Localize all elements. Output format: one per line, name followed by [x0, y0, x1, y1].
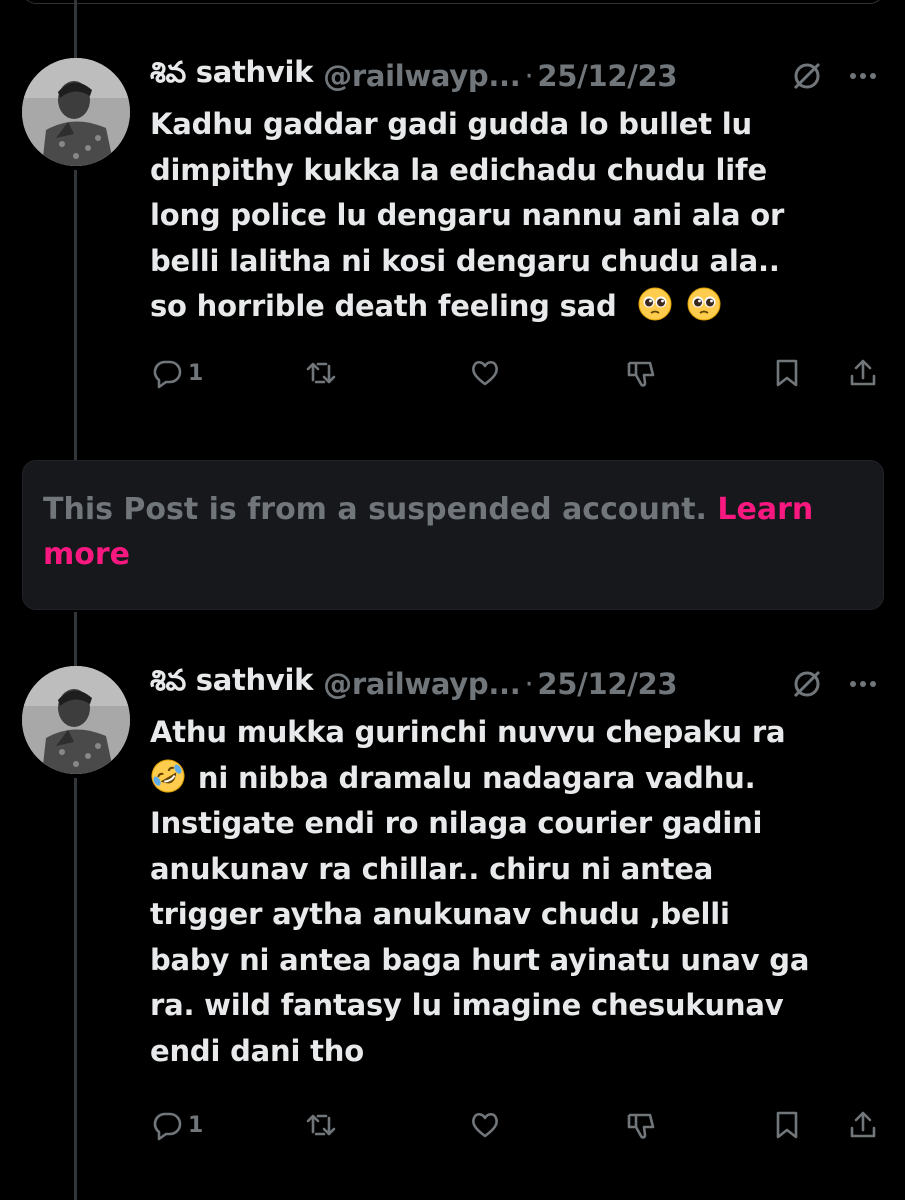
text-line: Kadhu gaddar gadi gudda lo bullet lu — [150, 107, 752, 141]
separator: · — [524, 59, 534, 93]
tweet-text: Kadhu gaddar gadi gudda lo bullet lu dim… — [150, 102, 870, 330]
avatar[interactable] — [22, 666, 130, 774]
grok-icon[interactable] — [791, 60, 823, 92]
reply-button[interactable]: 1 — [150, 1108, 203, 1142]
bookmark-icon — [776, 359, 798, 387]
bookmark-button[interactable] — [770, 1108, 804, 1142]
pleading-face-emoji — [687, 287, 721, 321]
timestamp[interactable]: 25/12/23 — [537, 59, 677, 93]
downvote-icon — [627, 361, 655, 387]
reply-icon — [153, 360, 182, 389]
handle[interactable]: @railwayp... — [323, 667, 521, 701]
tweet-header: శివ sathvik @railwayp... · 25/12/23 — [150, 663, 887, 705]
downvote-icon — [627, 1113, 655, 1139]
repost-button[interactable] — [304, 356, 338, 390]
share-button[interactable] — [846, 356, 880, 390]
text-line: ni nibba dramalu nadagara vadhu. — [150, 756, 870, 802]
like-button[interactable] — [468, 356, 502, 390]
text-line: baby ni antea baga hurt ayinatu unav ga — [150, 942, 810, 977]
bookmark-button[interactable] — [770, 356, 804, 390]
suspended-post-notice: This Post is from a suspended account. L… — [22, 460, 884, 610]
text-line: so horrible death feeling sad — [150, 284, 870, 330]
like-icon — [472, 360, 498, 386]
pleading-face-emoji — [638, 287, 671, 321]
share-button[interactable] — [846, 1108, 880, 1142]
bookmark-icon — [776, 1111, 798, 1139]
text-line: long police lu dengaru nannu ani ala or — [150, 198, 785, 232]
grok-icon[interactable] — [791, 668, 823, 700]
previous-card-edge — [22, 0, 884, 4]
text-line: Athu mukka gurinchi nuvvu chepaku ra — [150, 715, 786, 749]
thread-line — [74, 612, 77, 670]
more-icon[interactable] — [849, 680, 877, 688]
thread-line — [74, 170, 77, 460]
downvote-button[interactable] — [624, 356, 658, 390]
handle[interactable]: @railwayp... — [323, 59, 521, 93]
reply-count: 1 — [188, 360, 204, 386]
downvote-button[interactable] — [624, 1108, 658, 1142]
suspended-message: This Post is from a suspended account. — [43, 492, 707, 527]
text-line: endi dani tho — [150, 1033, 364, 1068]
reply-icon — [153, 1112, 182, 1141]
text-line: ra. wild fantasy lu imagine chesukunav — [150, 988, 784, 1022]
like-button[interactable] — [468, 1108, 502, 1142]
text-line: anukunav ra chillar.. chiru ni antea — [150, 851, 714, 886]
display-name[interactable]: శివ sathvik — [150, 663, 313, 705]
text-line-content: so horrible death feeling sad — [150, 289, 617, 323]
avatar[interactable] — [22, 58, 130, 166]
timestamp[interactable]: 25/12/23 — [537, 667, 677, 701]
tweet-text: Athu mukka gurinchi nuvvu chepaku ra ni … — [150, 710, 870, 1074]
thread-line — [74, 778, 77, 1200]
repost-icon — [306, 362, 336, 384]
more-icon[interactable] — [849, 72, 877, 80]
reply-button[interactable]: 1 — [150, 356, 203, 390]
thread-line — [74, 0, 77, 62]
repost-button[interactable] — [304, 1108, 338, 1142]
suspended-notice-text: This Post is from a suspended account. L… — [43, 487, 863, 577]
text-line: belli lalitha ni kosi dengaru chudu ala.… — [150, 243, 780, 278]
text-line: Instigate endi ro nilaga courier gadini — [150, 806, 763, 840]
tweet-actions: 1 — [150, 1108, 885, 1152]
rolling-on-floor-laughing-emoji — [151, 759, 185, 792]
share-icon — [850, 359, 876, 386]
repost-icon — [306, 1114, 336, 1136]
share-icon — [850, 1111, 876, 1138]
reply-count: 1 — [188, 1112, 204, 1138]
display-name[interactable]: శివ sathvik — [150, 55, 313, 97]
tweet-header: శివ sathvik @railwayp... · 25/12/23 — [150, 55, 887, 97]
text-line-content: ni nibba dramalu nadagara vadhu. — [188, 760, 756, 795]
separator: · — [524, 667, 534, 701]
text-line: trigger aytha anukunav chudu ,belli — [150, 897, 730, 931]
like-icon — [472, 1112, 498, 1138]
text-line: dimpithy kukka la edichadu chudu life — [150, 152, 767, 187]
tweet-actions: 1 — [150, 356, 885, 400]
